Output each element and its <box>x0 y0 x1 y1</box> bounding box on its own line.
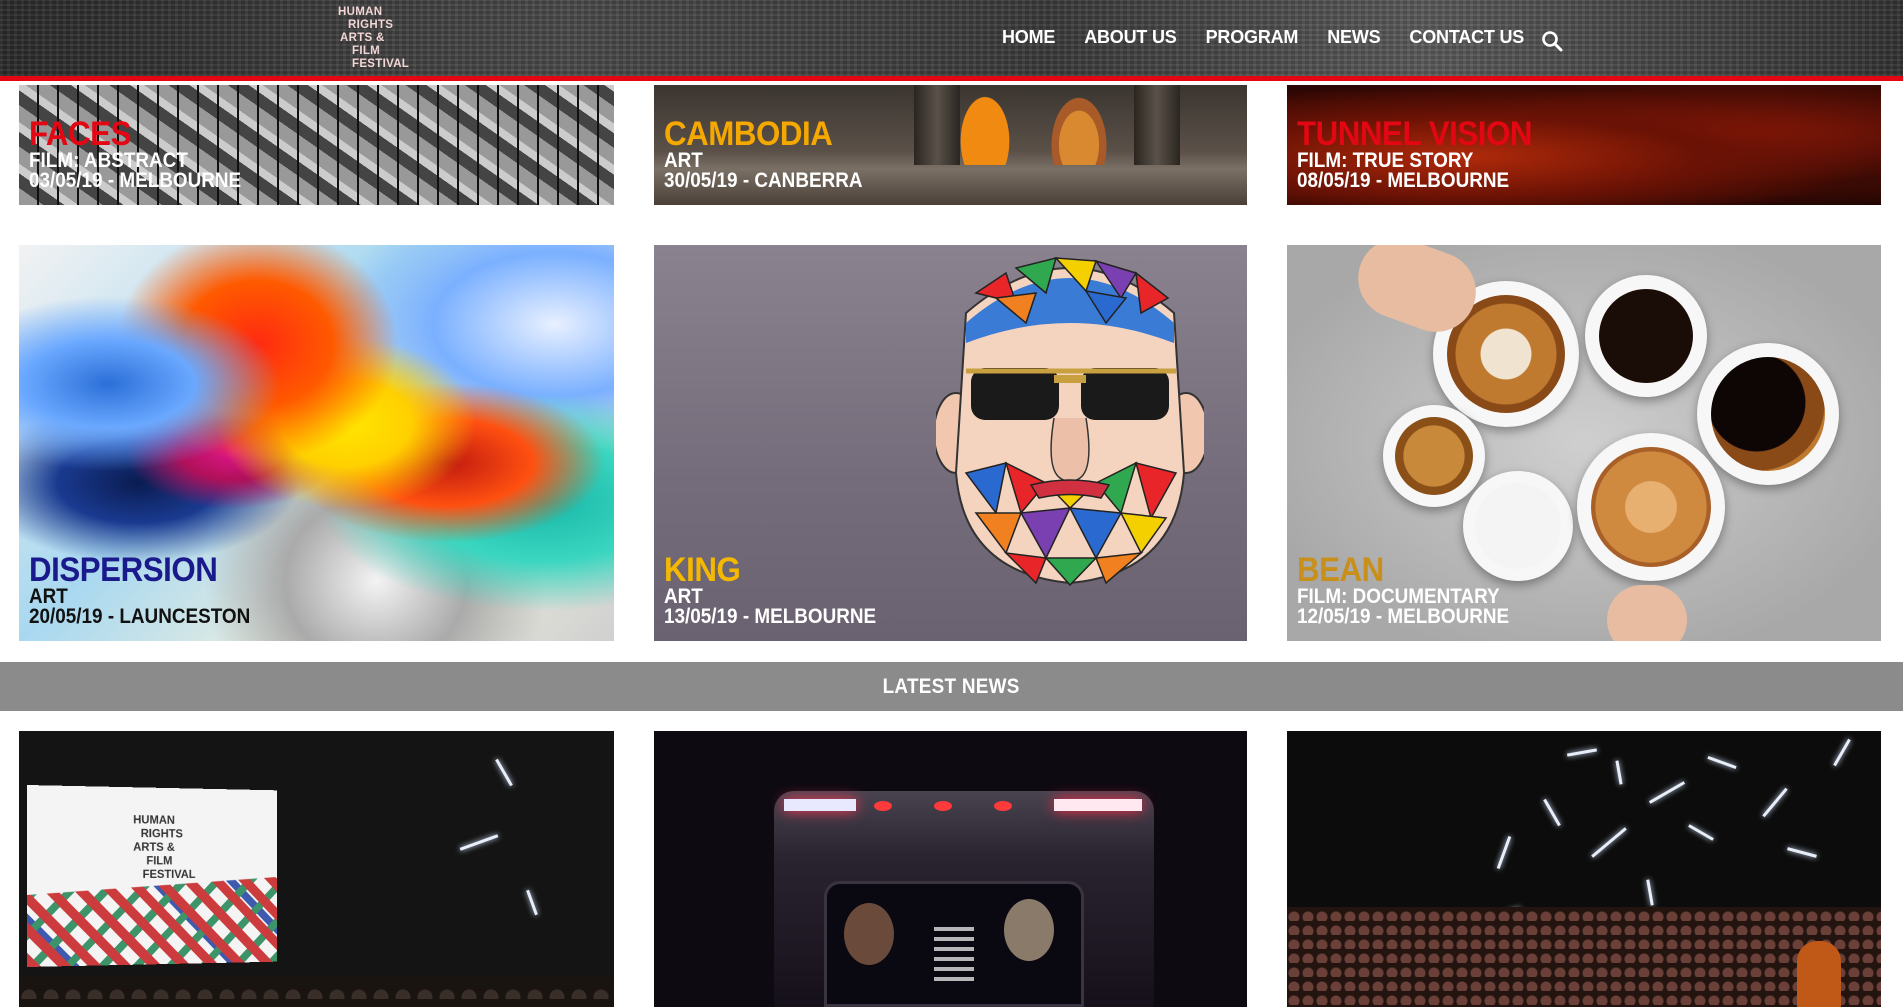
bearded-face-illustration <box>936 256 1204 587</box>
event-category: FILM: ABSTRACT <box>29 149 188 172</box>
nav-program[interactable]: PROGRAM <box>1206 27 1299 48</box>
event-card-faces[interactable]: FACES FILM: ABSTRACT 03/05/19 - MELBOURN… <box>19 85 614 205</box>
event-image <box>654 245 1247 641</box>
screen-logo-text: HUMAN RIGHTS ARTS & FILM FESTIVAL <box>133 812 196 881</box>
site-header: HUMAN RIGHTS ARTS & FILM FESTIVAL HOME A… <box>0 0 1903 81</box>
event-category: FILM: DOCUMENTARY <box>1297 585 1500 608</box>
event-date-location: 03/05/19 - MELBOURNE <box>29 169 242 192</box>
news-card[interactable] <box>1287 731 1881 1007</box>
latest-news-heading-bar: LATEST NEWS <box>0 662 1903 711</box>
event-card-cambodia[interactable]: CAMBODIA ART 30/05/19 - CANBERRA <box>654 85 1247 205</box>
event-date-location: 08/05/19 - MELBOURNE <box>1297 169 1510 192</box>
festival-logo[interactable]: HUMAN RIGHTS ARTS & FILM FESTIVAL <box>338 6 418 72</box>
event-card-bean[interactable]: BEAN FILM: DOCUMENTARY 12/05/19 - MELBOU… <box>1287 245 1881 641</box>
logo-line: HUMAN <box>338 6 383 18</box>
event-category: FILM: TRUE STORY <box>1297 149 1474 172</box>
event-category: ART <box>29 585 68 608</box>
news-card[interactable]: HUMAN RIGHTS ARTS & FILM FESTIVAL <box>19 731 614 1007</box>
event-date-location: 30/05/19 - CANBERRA <box>664 169 863 192</box>
main-nav: HOME ABOUT US PROGRAM NEWS CONTACT US <box>1002 27 1553 48</box>
event-card-tunnel-vision[interactable]: TUNNEL VISION FILM: TRUE STORY 08/05/19 … <box>1287 85 1881 205</box>
event-category: ART <box>664 585 703 608</box>
event-card-dispersion[interactable]: DISPERSION ART 20/05/19 - LAUNCESTON <box>19 245 614 641</box>
nav-contact-us[interactable]: CONTACT US <box>1409 27 1524 48</box>
logo-line: ARTS & <box>340 32 385 44</box>
search-icon[interactable] <box>1541 30 1563 52</box>
nav-home[interactable]: HOME <box>1002 27 1055 48</box>
nav-about-us[interactable]: ABOUT US <box>1084 27 1177 48</box>
logo-line: FILM <box>352 45 381 57</box>
nav-news[interactable]: NEWS <box>1327 27 1380 48</box>
latest-news-heading: LATEST NEWS <box>882 674 1021 698</box>
event-category: ART <box>664 149 703 172</box>
logo-line: RIGHTS <box>348 19 394 31</box>
event-date-location: 20/05/19 - LAUNCESTON <box>29 605 251 628</box>
event-card-king[interactable]: KING ART 13/05/19 - MELBOURNE <box>654 245 1247 641</box>
logo-line: FESTIVAL <box>352 58 410 70</box>
event-date-location: 13/05/19 - MELBOURNE <box>664 605 877 628</box>
news-card[interactable] <box>654 731 1247 1007</box>
event-date-location: 12/05/19 - MELBOURNE <box>1297 605 1510 628</box>
cinema-screen: HUMAN RIGHTS ARTS & FILM FESTIVAL <box>27 785 277 967</box>
